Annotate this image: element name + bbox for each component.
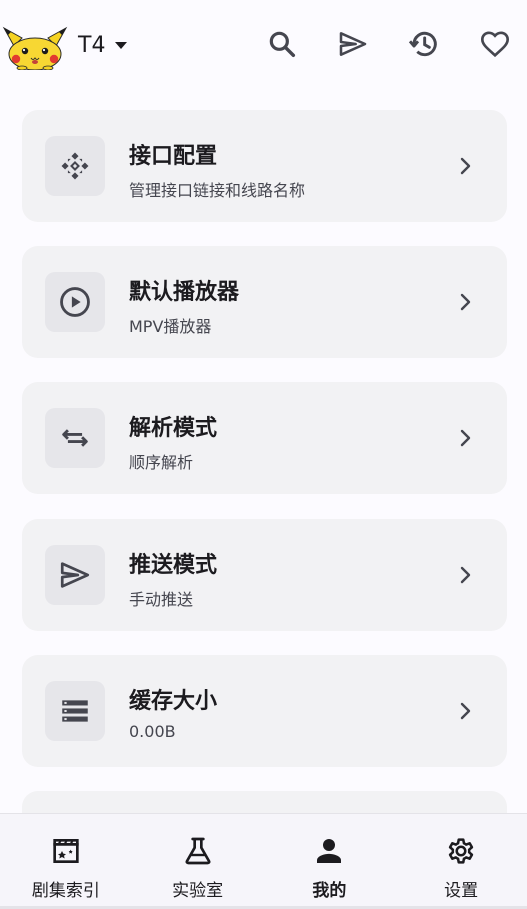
card-subtitle: 0.00B [129,722,176,741]
storage-list-icon [62,700,88,722]
send-icon [339,32,367,56]
card-title: 解析模式 [129,416,218,441]
chevron-right-icon [460,702,471,720]
nav-icon-wrap [181,834,215,868]
card-title: 默认播放器 [129,280,240,305]
card-icon-box [45,272,105,332]
source-name: T4 [78,32,106,58]
card-subtitle: MPV播放器 [129,317,212,336]
bottom-navigation: 剧集索引 实验室 我的 设置 [0,813,527,909]
chevron-right-icon [460,157,471,175]
heart-icon [480,31,510,58]
swap-arrows-icon [62,429,88,447]
nav-label: 设置 [444,881,479,901]
setting-card-api-config[interactable]: 接口配置 管理接口链接和线路名称 [22,110,507,222]
nav-item-lab[interactable]: 实验室 [132,814,264,909]
nav-item-mine[interactable]: 我的 [264,814,396,909]
nav-label: 我的 [312,881,347,901]
card-title: 接口配置 [129,144,218,169]
push-button[interactable] [335,26,371,62]
api-config-icon [61,152,89,180]
nav-label: 剧集索引 [31,881,100,901]
gear-icon [448,838,474,864]
history-icon [408,31,437,57]
nav-icon-wrap [444,834,478,868]
card-icon-box [45,681,105,741]
chevron-right-icon [460,566,471,584]
setting-card-cache-size[interactable]: 缓存大小 0.00B [22,655,507,767]
card-subtitle: 管理接口链接和线路名称 [129,181,306,200]
nav-icon-wrap [49,834,83,868]
nav-icon-wrap [312,834,346,868]
history-button[interactable] [406,26,442,62]
search-button[interactable] [264,26,300,62]
app-root: T4 接口配置 管理接口链接和线路名称 默认播放器 MPV播放器 解析模式 顺序… [0,0,527,909]
play-circle-icon [60,287,90,317]
card-icon-box [45,545,105,605]
card-title: 缓存大小 [129,689,218,714]
nav-label: 实验室 [172,881,224,901]
setting-card-push-mode[interactable]: 推送模式 手动推送 [22,519,507,631]
favorites-button[interactable] [477,26,513,62]
card-title: 推送模式 [129,553,218,578]
chevron-right-icon [460,293,471,311]
flask-icon [185,837,211,865]
movie-clapper-icon [53,839,79,863]
setting-card-default-player[interactable]: 默认播放器 MPV播放器 [22,246,507,358]
search-icon [269,31,296,58]
card-icon-box [45,408,105,468]
person-icon [317,839,342,863]
card-subtitle: 手动推送 [129,590,194,609]
dropdown-arrow-icon [115,41,128,49]
nav-item-episode-index[interactable]: 剧集索引 [0,814,132,909]
chevron-right-icon [460,429,471,447]
send-icon [60,562,90,588]
top-app-bar: T4 [0,0,527,90]
card-icon-box [45,136,105,196]
source-selector[interactable]: T4 [78,26,128,64]
setting-card-parse-mode[interactable]: 解析模式 顺序解析 [22,382,507,494]
pikachu-logo[interactable] [0,24,70,70]
nav-item-settings[interactable]: 设置 [395,814,527,909]
card-subtitle: 顺序解析 [129,453,194,472]
